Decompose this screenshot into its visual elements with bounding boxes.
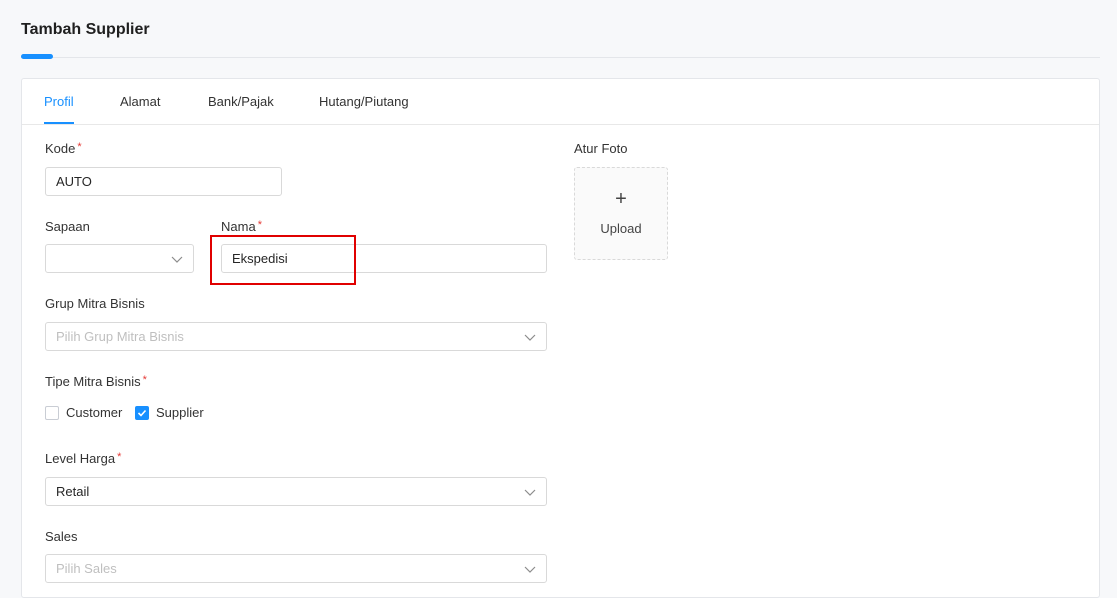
level-harga-value: Retail xyxy=(56,484,90,499)
grup-mitra-placeholder: Pilih Grup Mitra Bisnis xyxy=(56,329,184,344)
check-icon xyxy=(137,409,147,417)
level-harga-label-text: Level Harga xyxy=(45,451,116,466)
tab-bar: Profil Alamat Bank/Pajak Hutang/Piutang xyxy=(22,79,1099,125)
active-tab-indicator xyxy=(44,122,74,124)
plus-icon: + xyxy=(615,188,627,210)
nama-field[interactable]: Ekspedisi xyxy=(221,244,547,273)
kode-field[interactable]: AUTO xyxy=(45,167,282,196)
page-title: Tambah Supplier xyxy=(21,21,150,38)
required-marker: * xyxy=(142,374,147,386)
supplier-checkbox[interactable] xyxy=(135,406,149,420)
sapaan-select[interactable] xyxy=(45,244,194,273)
sales-label: Sales xyxy=(45,529,78,544)
customer-label: Customer xyxy=(66,405,123,420)
nama-label-text: Nama xyxy=(221,219,256,234)
tipe-mitra-label-text: Tipe Mitra Bisnis xyxy=(45,374,141,389)
kode-label-text: Kode xyxy=(45,141,76,156)
nama-label: Nama * xyxy=(221,219,262,234)
grup-mitra-label: Grup Mitra Bisnis xyxy=(45,296,145,311)
tab-alamat[interactable]: Alamat xyxy=(120,94,160,109)
atur-foto-label: Atur Foto xyxy=(574,141,628,156)
required-marker: * xyxy=(257,219,262,231)
upload-label: Upload xyxy=(600,221,642,236)
customer-checkbox[interactable] xyxy=(45,406,59,420)
sapaan-label: Sapaan xyxy=(45,219,90,234)
level-harga-label: Level Harga * xyxy=(45,451,121,466)
required-marker: * xyxy=(77,141,82,153)
upload-photo-button[interactable]: + Upload xyxy=(574,167,668,260)
tab-hutang-piutang[interactable]: Hutang/Piutang xyxy=(319,94,409,109)
tipe-mitra-label: Tipe Mitra Bisnis * xyxy=(45,374,147,389)
tab-bank-pajak[interactable]: Bank/Pajak xyxy=(208,94,274,109)
required-marker: * xyxy=(117,451,122,463)
title-divider xyxy=(21,57,1100,58)
chevron-down-icon xyxy=(524,331,536,343)
chevron-down-icon xyxy=(524,563,536,575)
tab-profil[interactable]: Profil xyxy=(44,94,74,109)
kode-label: Kode * xyxy=(45,141,82,156)
supplier-label: Supplier xyxy=(156,405,204,420)
chevron-down-icon xyxy=(524,486,536,498)
chevron-down-icon xyxy=(171,253,183,265)
sales-select[interactable]: Pilih Sales xyxy=(45,554,547,583)
sales-placeholder: Pilih Sales xyxy=(56,561,117,576)
level-harga-select[interactable]: Retail xyxy=(45,477,547,506)
title-accent-bar xyxy=(21,54,53,59)
grup-mitra-select[interactable]: Pilih Grup Mitra Bisnis xyxy=(45,322,547,351)
